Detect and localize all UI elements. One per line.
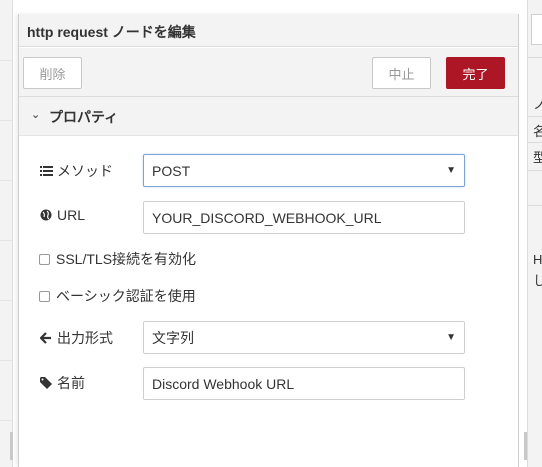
grid-line xyxy=(0,300,12,301)
output-select[interactable]: 文字列 ▼ xyxy=(143,321,465,354)
sidebar-row: 型 xyxy=(533,150,542,165)
grid-line xyxy=(0,60,12,61)
method-select[interactable]: POST ▼ xyxy=(143,154,465,187)
divider xyxy=(528,142,542,143)
grid-line xyxy=(0,120,12,121)
done-button[interactable]: 完了 xyxy=(446,57,505,89)
globe-icon xyxy=(39,209,53,221)
grid-line xyxy=(0,240,12,241)
caret-down-icon: ▼ xyxy=(446,165,456,176)
arrow-left-icon xyxy=(39,332,53,344)
cancel-button[interactable]: 中止 xyxy=(372,57,431,89)
list-icon xyxy=(39,165,53,177)
caret-down-icon: ▼ xyxy=(446,332,456,343)
grid-line xyxy=(0,420,12,421)
basic-auth-option[interactable]: ベーシック認証を使用 xyxy=(39,286,196,306)
grid-line xyxy=(0,180,12,181)
url-value: YOUR_DISCORD_WEBHOOK_URL xyxy=(152,209,382,226)
sidebar-scrollbar[interactable] xyxy=(524,432,527,460)
basic-auth-label: ベーシック認証を使用 xyxy=(56,288,196,304)
method-value: POST xyxy=(152,162,191,179)
url-label: URL xyxy=(57,207,86,223)
output-label: 出力形式 xyxy=(57,330,113,346)
name-value: Discord Webhook URL xyxy=(152,375,295,392)
tray-title: http request ノードを編集 xyxy=(19,14,518,47)
output-label-row: 出力形式 xyxy=(39,328,113,348)
grid-line xyxy=(0,360,12,361)
sidebar-row: H xyxy=(533,252,542,267)
name-label-row: 名前 xyxy=(39,373,85,393)
divider xyxy=(528,57,542,58)
right-sidebar: ノ 名 型 H し xyxy=(524,0,542,467)
basic-auth-checkbox[interactable] xyxy=(39,290,50,302)
workspace-edge xyxy=(0,0,13,467)
node-edit-tray: http request ノードを編集 削除 中止 完了 ⌄ プロパティ メソッ… xyxy=(18,14,519,467)
url-input[interactable]: YOUR_DISCORD_WEBHOOK_URL xyxy=(143,201,465,234)
workspace-scrollbar[interactable] xyxy=(10,432,13,460)
sidebar-row: 名 xyxy=(533,124,542,139)
tag-icon xyxy=(39,377,53,389)
sidebar-row: し xyxy=(533,273,542,288)
method-label-row: メソッド xyxy=(39,161,113,181)
ssl-checkbox[interactable] xyxy=(39,253,50,265)
url-label-row: URL xyxy=(39,207,85,223)
tray-toolbar: 削除 中止 完了 xyxy=(19,48,518,97)
ssl-label: SSL/TLS接続を有効化 xyxy=(56,251,197,267)
chevron-down-icon: ⌄ xyxy=(31,109,41,121)
properties-section-header[interactable]: ⌄ プロパティ xyxy=(19,97,518,136)
section-label: プロパティ xyxy=(49,109,119,125)
divider xyxy=(528,116,542,117)
method-label: メソッド xyxy=(57,163,113,179)
ssl-option[interactable]: SSL/TLS接続を有効化 xyxy=(39,249,196,269)
output-value: 文字列 xyxy=(152,329,194,346)
sidebar-tab[interactable] xyxy=(531,14,542,45)
name-label: 名前 xyxy=(57,375,85,391)
delete-button[interactable]: 削除 xyxy=(23,57,82,89)
divider xyxy=(528,170,542,171)
sidebar-row: ノ xyxy=(533,97,542,112)
name-input[interactable]: Discord Webhook URL xyxy=(143,367,465,400)
divider xyxy=(528,205,542,206)
